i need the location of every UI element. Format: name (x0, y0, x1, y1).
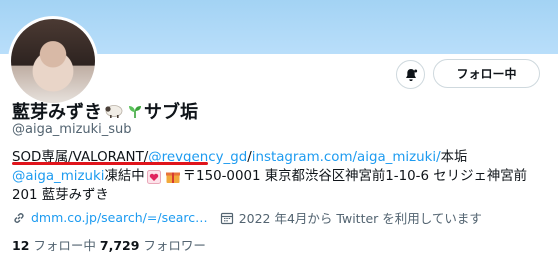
following-count: 12 (12, 238, 30, 253)
profile-joined: 2022 年4月から Twitter を利用しています (220, 208, 482, 227)
display-name-text: 藍芽みずき (12, 102, 102, 123)
bio-line-2: @aiga_mizuki 凍結中 〒150-0001 東京都渋谷区神宮前1-10… (12, 167, 552, 186)
profile-meta: dmm.co.jp/search/=/searc… 2022 年4月から Twi… (12, 208, 494, 227)
user-handle: @aiga_mizuki_sub (12, 122, 132, 137)
red-underline-annotation (12, 162, 208, 165)
avatar-image (11, 19, 95, 103)
link-icon (12, 211, 26, 225)
heart-icon (146, 169, 161, 184)
display-name-suffix: サブ垢 (144, 102, 198, 123)
following-stat[interactable]: 12 フォロー中 (12, 238, 100, 253)
following-button-label: フォロー中 (456, 67, 517, 81)
followers-count: 7,729 (99, 238, 140, 253)
display-name: 藍芽みずき サブ垢 (12, 98, 198, 124)
bio-address-cont: 201 藍芽みずき (12, 188, 109, 203)
profile-website-link[interactable]: dmm.co.jp/search/=/searc… (31, 210, 208, 225)
bio-address: 〒150-0001 東京都渋谷区神宮前1-10-6 セリジェ神宮前 (182, 169, 528, 184)
profile-website[interactable]: dmm.co.jp/search/=/searc… (12, 210, 208, 225)
seedling-icon (127, 103, 143, 119)
calendar-icon (220, 211, 234, 225)
gift-icon (165, 169, 181, 184)
notification-bell-button[interactable] (396, 60, 425, 89)
profile-stats: 12 フォロー中 7,729 フォロワー (12, 235, 206, 254)
following-button[interactable]: フォロー中 (433, 59, 540, 88)
bio-frozen-text: 凍結中 (104, 169, 145, 184)
bio-main-account-label: 本垢 (440, 150, 468, 165)
avatar[interactable] (8, 16, 98, 106)
bio-line-3: 201 藍芽みずき (12, 186, 552, 205)
followers-stat[interactable]: 7,729 フォロワー (100, 238, 206, 253)
sheep-icon (103, 103, 125, 119)
following-label: フォロー中 (33, 238, 96, 253)
notification-bell-icon (405, 68, 417, 81)
followers-label: フォロワー (143, 238, 206, 253)
bio-mention-main[interactable]: @aiga_mizuki (12, 167, 104, 186)
profile-bio: SOD専属/VALORANT/ @revgency_gd / instagram… (12, 148, 552, 205)
bio-instagram-link[interactable]: instagram.com/aiga_mizuki/ (252, 148, 441, 167)
profile-joined-text: 2022 年4月から Twitter を利用しています (238, 211, 482, 226)
